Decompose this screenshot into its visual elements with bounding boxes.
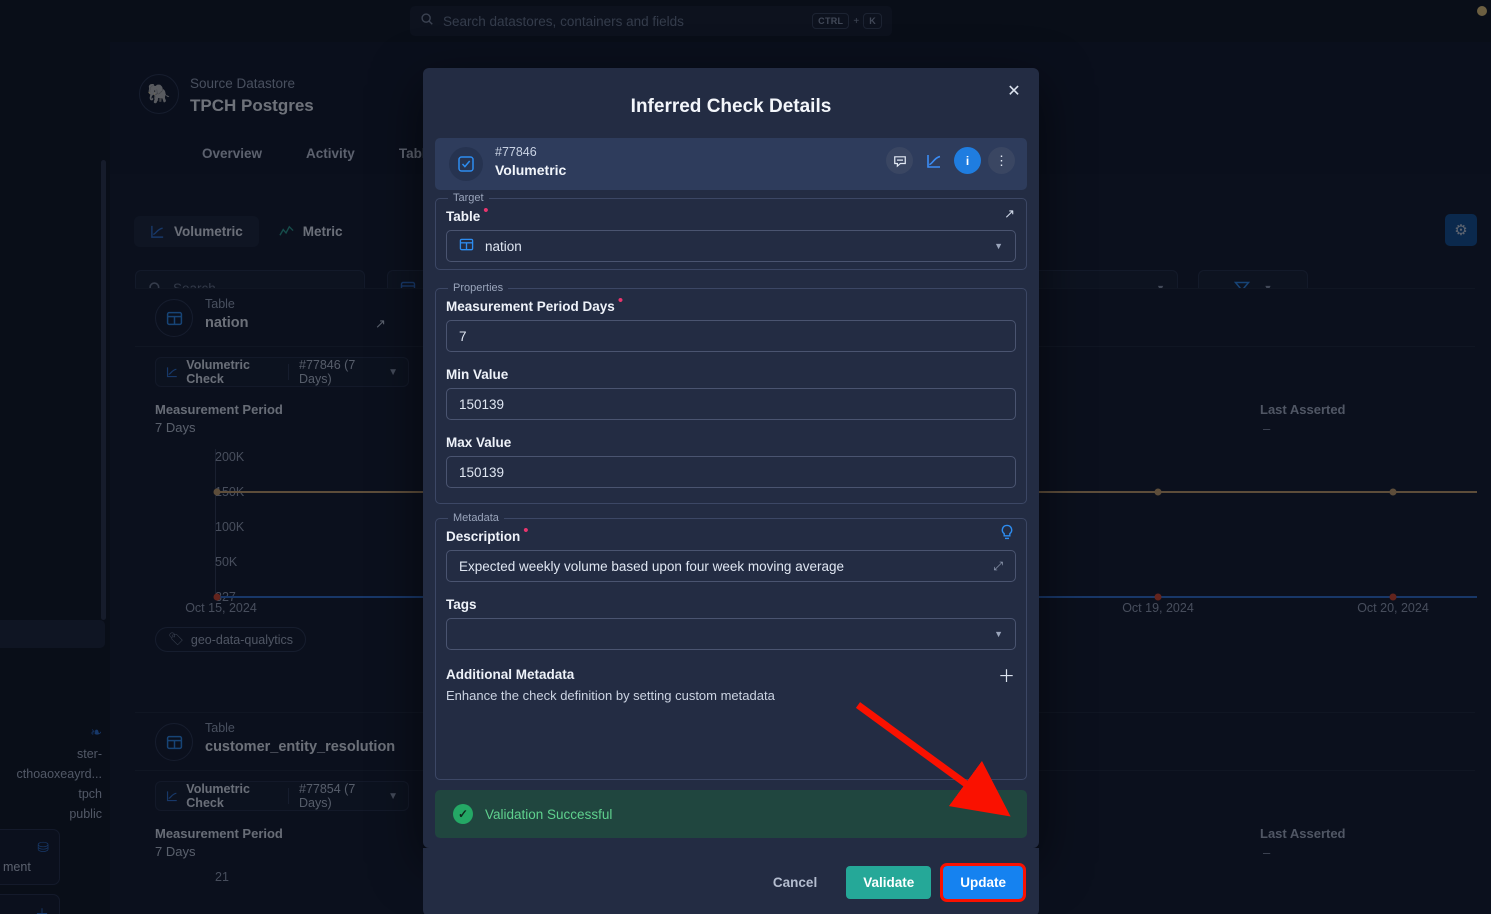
table-select[interactable]: nation ▼: [446, 230, 1016, 262]
expand-icon[interactable]: ⤢: [993, 559, 1003, 574]
additional-metadata-subtext: Enhance the check definition by setting …: [446, 688, 775, 703]
additional-metadata-label: Additional Metadata: [446, 667, 575, 682]
min-value-value: 150139: [459, 396, 505, 412]
more-vertical-icon[interactable]: ⋮: [988, 147, 1015, 174]
validate-button[interactable]: Validate: [846, 865, 932, 899]
target-section: Target Table • ↗ nation ▼: [435, 192, 1027, 270]
chevron-down-icon: ▼: [994, 629, 1003, 639]
check-square-icon: [449, 147, 483, 181]
info-icon[interactable]: i: [954, 147, 981, 174]
description-value: Expected weekly volume based upon four w…: [459, 558, 844, 574]
properties-legend: Properties: [453, 282, 504, 294]
required-marker: •: [617, 291, 624, 309]
inferred-check-details-modal: ✕ Inferred Check Details #77846 Volumetr…: [423, 68, 1039, 914]
lightbulb-icon[interactable]: [999, 524, 1015, 547]
external-link-icon[interactable]: ↗: [1004, 206, 1015, 222]
tags-label: Tags: [446, 597, 477, 612]
properties-section: Properties Measurement Period Days • 7 Mi…: [435, 282, 1027, 504]
update-button[interactable]: Update: [940, 862, 1026, 902]
required-marker: •: [483, 201, 489, 219]
table-field-label: Table: [446, 209, 481, 224]
metadata-legend: Metadata: [453, 512, 499, 524]
plus-icon[interactable]: ＋: [998, 662, 1015, 687]
check-summary-banner: #77846 Volumetric i ⋮: [435, 138, 1027, 190]
max-value-input[interactable]: 150139: [446, 456, 1016, 488]
max-value-label: Max Value: [446, 435, 512, 450]
min-value-label: Min Value: [446, 367, 509, 382]
table-icon: [459, 237, 474, 256]
min-value-input[interactable]: 150139: [446, 388, 1016, 420]
modal-footer: Cancel Validate Update: [423, 848, 1039, 914]
measurement-period-days-value: 7: [459, 328, 467, 344]
validation-banner: ✓ Validation Successful: [435, 790, 1027, 838]
chart-icon[interactable]: [920, 147, 947, 174]
chevron-down-icon: ▼: [994, 241, 1003, 251]
description-input[interactable]: Expected weekly volume based upon four w…: [446, 550, 1016, 582]
check-circle-icon: ✓: [453, 804, 473, 824]
metadata-section: Metadata Description • Expected weekly vo…: [435, 512, 1027, 780]
max-value-value: 150139: [459, 464, 505, 480]
check-id: #77846: [495, 145, 537, 159]
validation-message: Validation Successful: [485, 806, 613, 822]
comment-icon[interactable]: [886, 147, 913, 174]
check-name: Volumetric: [495, 162, 567, 178]
cancel-button[interactable]: Cancel: [756, 866, 834, 899]
measurement-period-days-label: Measurement Period Days: [446, 299, 615, 314]
modal-title: Inferred Check Details: [630, 96, 832, 117]
measurement-period-days-input[interactable]: 7: [446, 320, 1016, 352]
required-marker: •: [523, 521, 529, 539]
tags-select[interactable]: ▼: [446, 618, 1016, 650]
check-actions: i ⋮: [886, 147, 1015, 174]
description-label: Description: [446, 529, 521, 544]
table-select-value: nation: [485, 238, 522, 254]
